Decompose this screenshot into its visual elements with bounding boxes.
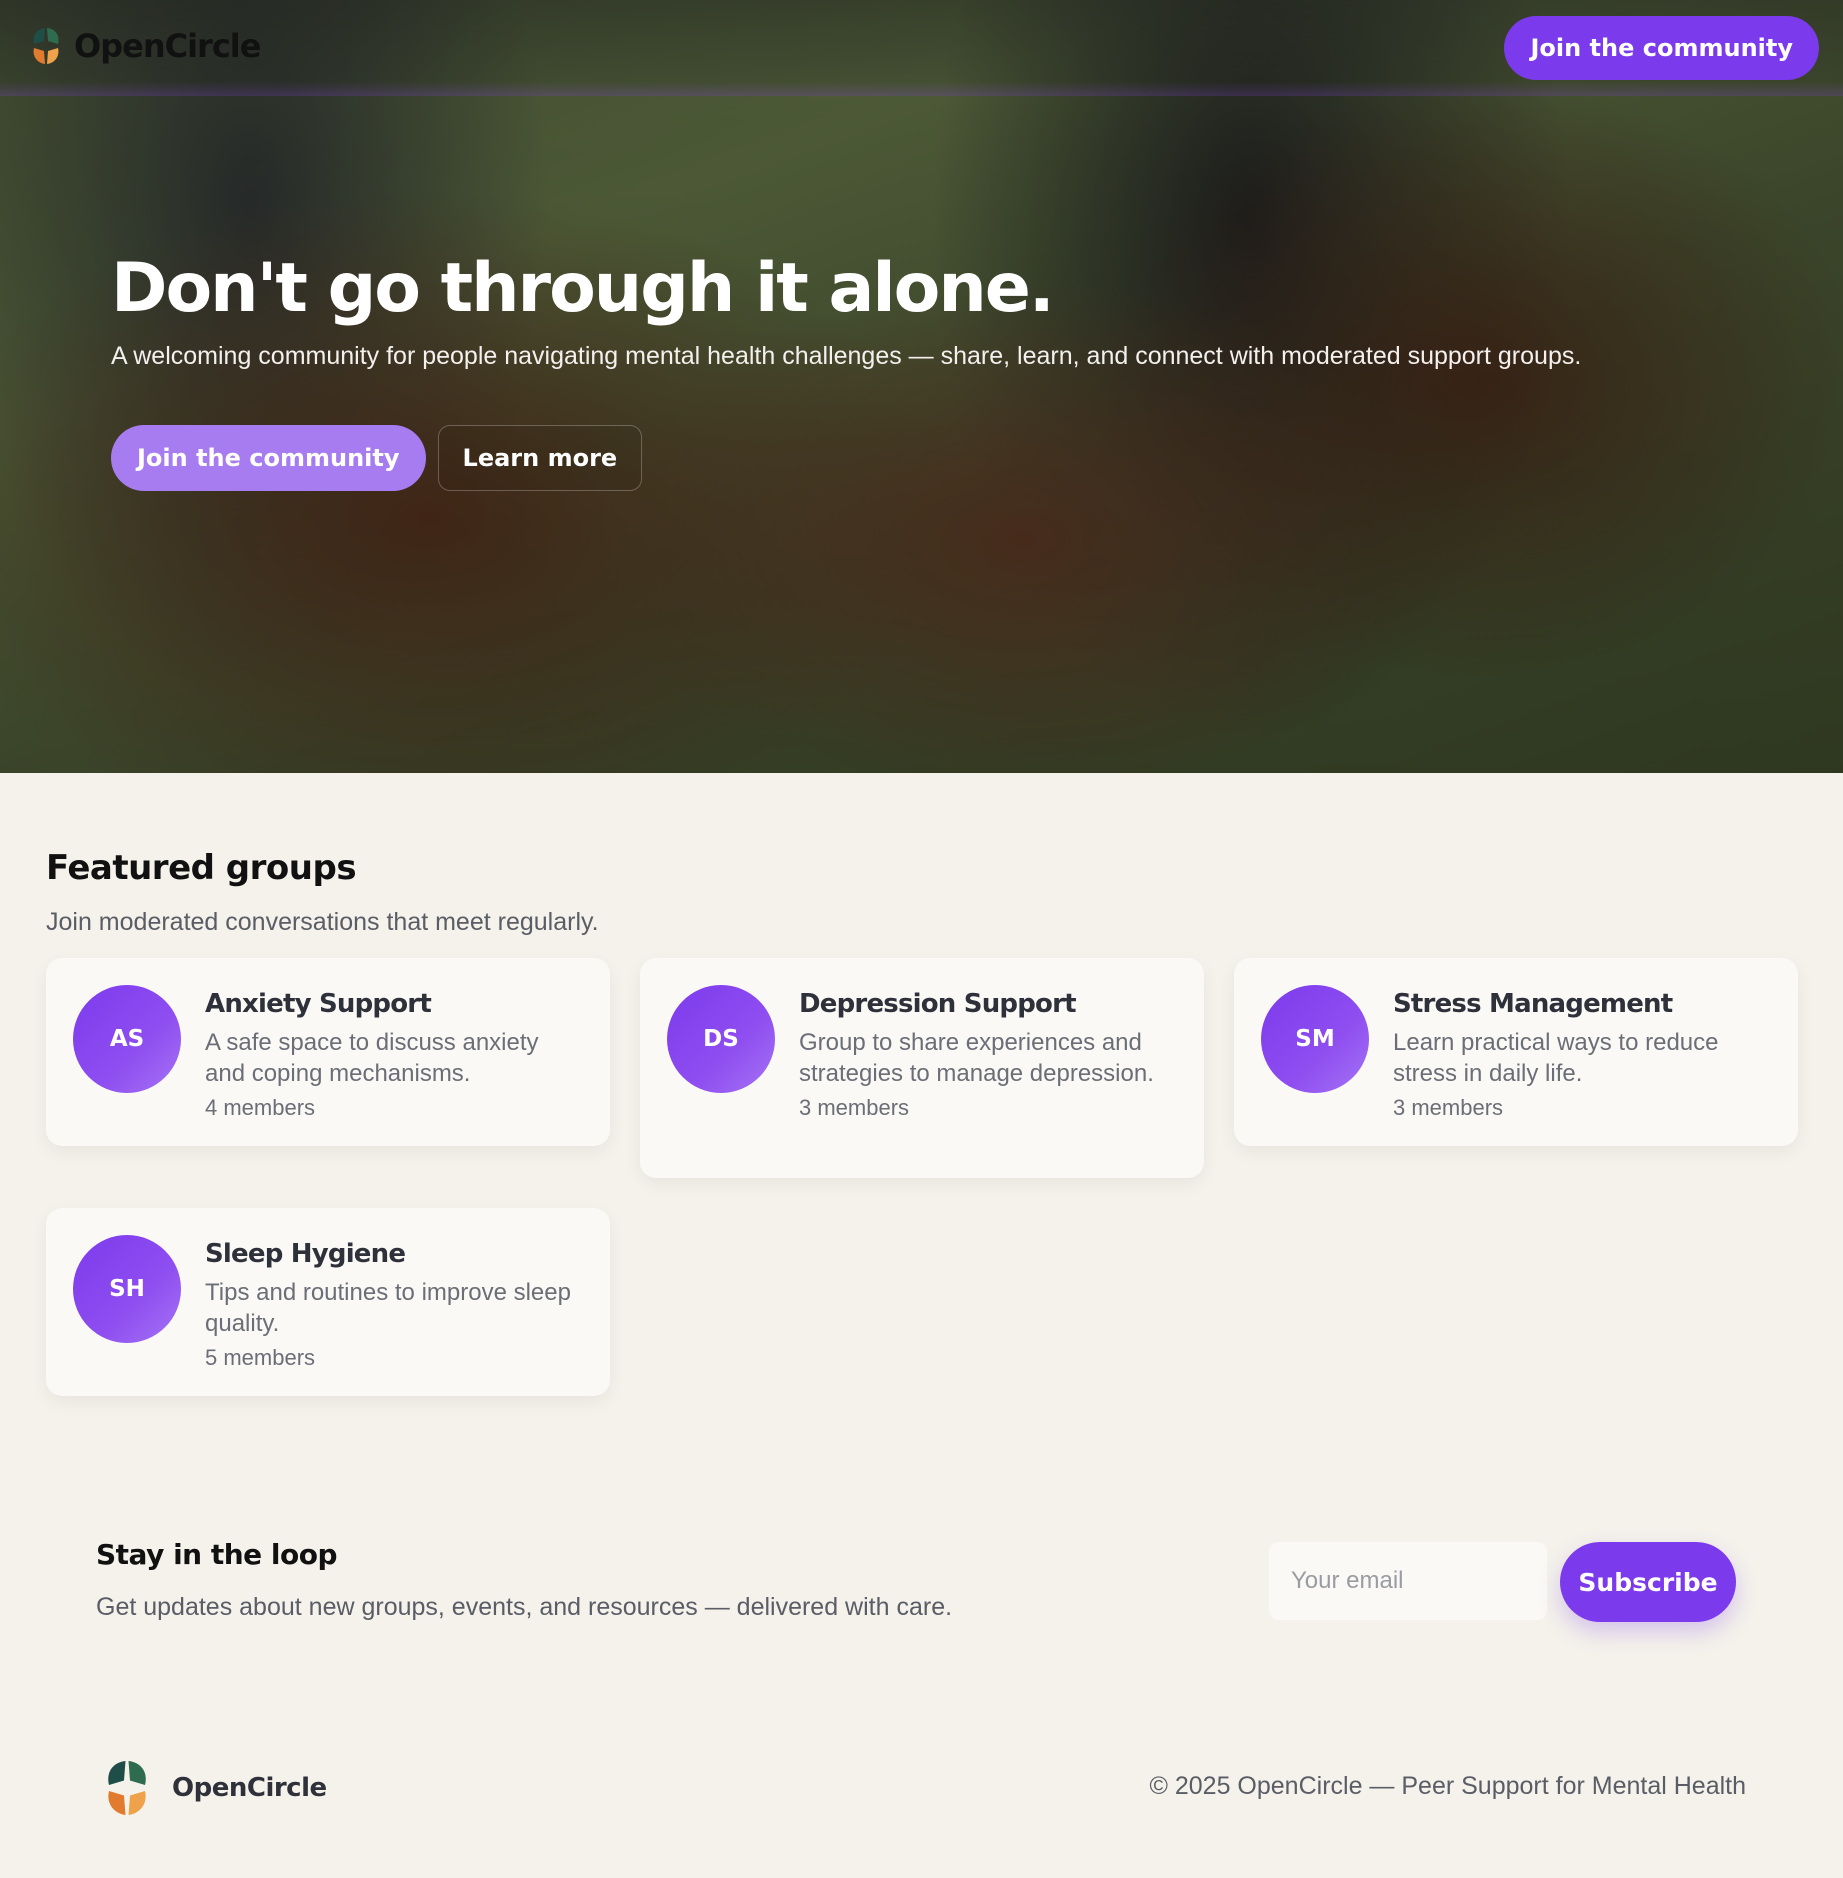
brand-name: OpenCircle (74, 27, 261, 65)
group-description: Tips and routines to improve sleep quali… (205, 1279, 571, 1337)
hero-section: Don't go through it alone. A welcoming c… (0, 0, 1843, 773)
hero-subtitle: A welcoming community for people navigat… (111, 342, 1582, 371)
footer-brand-name: OpenCircle (172, 1773, 327, 1803)
hero-content: Don't go through it alone. A welcoming c… (111, 249, 1831, 492)
featured-subtitle: Join moderated conversations that meet r… (46, 908, 599, 936)
group-name: Stress Management (1393, 989, 1673, 1019)
email-input[interactable] (1269, 1542, 1547, 1620)
subscribe-button[interactable]: Subscribe (1560, 1542, 1736, 1622)
group-card-sleep-hygiene[interactable]: SH Sleep Hygiene Tips and routines to im… (46, 1208, 610, 1396)
group-card-stress-management[interactable]: SM Stress Management Learn practical way… (1234, 958, 1798, 1146)
group-description: Group to share experiences and strategie… (799, 1029, 1154, 1087)
group-avatar: DS (667, 985, 775, 1093)
opencircle-logo-icon (33, 28, 59, 64)
site-footer: OpenCircle © 2025 OpenCircle — Peer Supp… (100, 1758, 1746, 1818)
group-avatar: SH (73, 1235, 181, 1343)
group-member-count: 3 members (1393, 1095, 1504, 1120)
hero-join-button[interactable]: Join the community (111, 425, 426, 492)
group-description: A safe space to discuss anxiety and copi… (205, 1029, 539, 1087)
group-avatar: SM (1261, 985, 1369, 1093)
group-name: Depression Support (799, 989, 1077, 1019)
group-member-count: 4 members (205, 1095, 316, 1120)
group-member-count: 5 members (205, 1345, 316, 1370)
group-description: Learn practical ways to reduce stress in… (1393, 1029, 1719, 1087)
group-name: Sleep Hygiene (205, 1239, 406, 1269)
site-header: OpenCircle Join the community (0, 0, 1843, 96)
opencircle-logo-icon (108, 1761, 146, 1815)
group-card-body: Depression Support Group to share experi… (799, 985, 1177, 1151)
hero-title: Don't go through it alone. (111, 249, 1055, 328)
group-card-body: Stress Management Learn practical ways t… (1393, 985, 1771, 1120)
newsletter-section: Stay in the loop Get updates about new g… (96, 1538, 1736, 1628)
featured-groups-section: Featured groups Join moderated conversat… (46, 848, 1800, 1396)
group-card-body: Sleep Hygiene Tips and routines to impro… (205, 1235, 583, 1370)
footer-brand[interactable]: OpenCircle (100, 1758, 327, 1818)
brand-link[interactable]: OpenCircle (28, 26, 261, 66)
copyright-text: © 2025 OpenCircle — Peer Support for Men… (1149, 1772, 1747, 1800)
group-card-anxiety-support[interactable]: AS Anxiety Support A safe space to discu… (46, 958, 610, 1146)
group-member-count: 3 members (799, 1095, 910, 1120)
group-avatar: AS (73, 985, 181, 1093)
group-card-body: Anxiety Support A safe space to discuss … (205, 985, 583, 1120)
header-join-button[interactable]: Join the community (1504, 16, 1819, 80)
hero-actions: Join the community Learn more (111, 425, 1831, 492)
group-card-depression-support[interactable]: DS Depression Support Group to share exp… (640, 958, 1204, 1178)
featured-title: Featured groups (46, 848, 357, 888)
learn-more-button[interactable]: Learn more (437, 425, 643, 492)
group-name: Anxiety Support (205, 989, 432, 1019)
